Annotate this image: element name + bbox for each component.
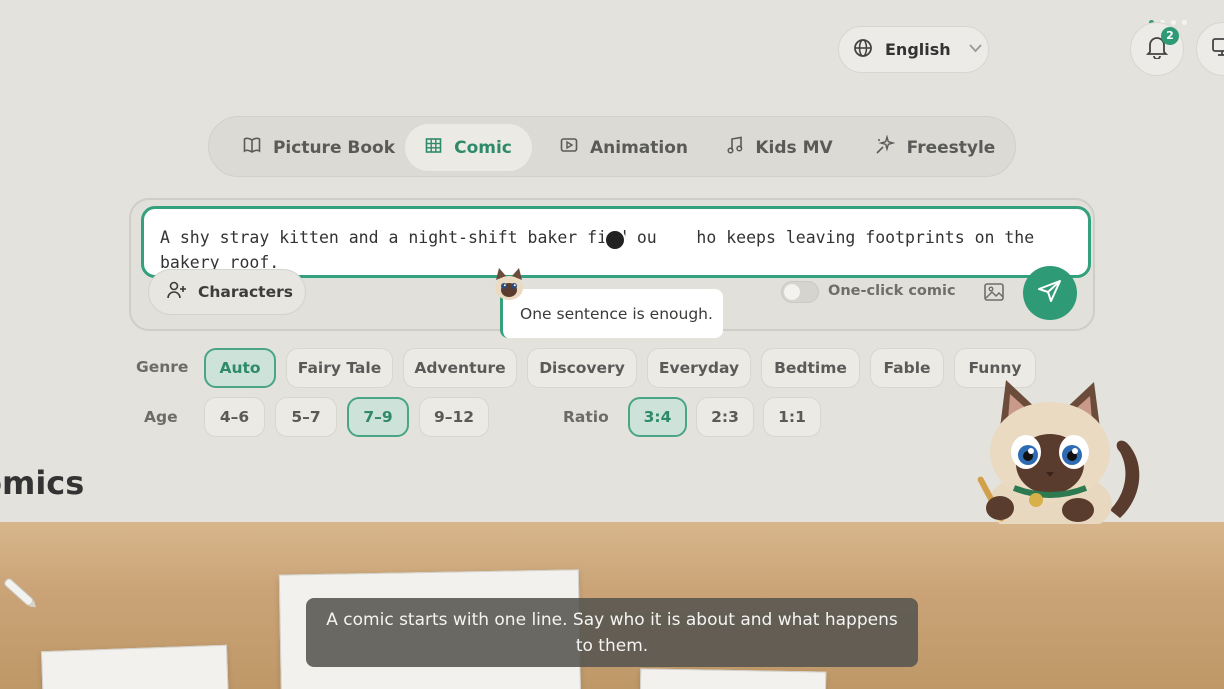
hint-tooltip: One sentence is enough. (500, 289, 723, 338)
ratio-chip-1-1[interactable]: 1:1 (763, 397, 821, 437)
genre-chip-everyday[interactable]: Everyday (647, 348, 751, 388)
genre-chip-discovery[interactable]: Discovery (527, 348, 637, 388)
tab-label: Comic (454, 137, 512, 158)
section-title: omics (0, 464, 85, 502)
tab-label: Animation (589, 137, 688, 158)
caption-text: A comic starts with one line. Say who it… (326, 609, 898, 656)
chevron-down-icon (968, 42, 982, 57)
mode-tabbar: Picture Book Comic Animation Kids MV Fre… (208, 116, 1016, 177)
ratio-label: Ratio (563, 408, 609, 426)
music-note-icon (727, 136, 743, 159)
add-person-icon (167, 281, 187, 303)
cat-avatar-icon (490, 266, 528, 308)
genre-chip-fable[interactable]: Fable (870, 348, 944, 388)
cat-mascot-icon (970, 378, 1150, 538)
play-icon (560, 137, 578, 158)
prompt-text: A shy stray kitten and a night-shift bak… (160, 228, 1035, 272)
age-chip-7-9[interactable]: 7–9 (347, 397, 409, 437)
comic-sketch-page (639, 668, 827, 689)
send-button[interactable] (1023, 266, 1077, 320)
ratio-chip-2-3[interactable]: 2:3 (696, 397, 754, 437)
tab-kids-mv[interactable]: Kids MV (715, 124, 845, 171)
comic-sketch-page (41, 644, 229, 689)
characters-button[interactable]: Characters (148, 269, 306, 315)
age-chip-5-7[interactable]: 5–7 (275, 397, 337, 437)
tooltip-text: One sentence is enough. (520, 304, 713, 323)
send-icon (1037, 278, 1063, 308)
tab-picture-book[interactable]: Picture Book (227, 124, 411, 171)
tab-label: Freestyle (906, 137, 996, 158)
genre-chip-fairy-tale[interactable]: Fairy Tale (286, 348, 393, 388)
genre-chip-bedtime[interactable]: Bedtime (761, 348, 860, 388)
ratio-chip-3-4[interactable]: 3:4 (628, 397, 687, 437)
book-icon (243, 136, 261, 159)
display-button[interactable] (1196, 22, 1224, 76)
tab-label: Picture Book (272, 137, 396, 158)
image-upload-icon[interactable] (983, 282, 1005, 306)
tab-animation[interactable]: Animation (544, 124, 704, 171)
genre-chip-auto[interactable]: Auto (204, 348, 276, 388)
pointer-cursor (604, 229, 626, 251)
age-chip-4-6[interactable]: 4–6 (204, 397, 265, 437)
monitor-icon (1211, 36, 1224, 62)
genre-chip-adventure[interactable]: Adventure (403, 348, 517, 388)
pencil-icon (2, 574, 40, 618)
subtitle-caption: A comic starts with one line. Say who it… (306, 598, 918, 667)
tab-freestyle[interactable]: Freestyle (865, 124, 1005, 171)
tab-comic[interactable]: Comic (405, 124, 532, 171)
one-click-label: One-click comic (828, 283, 956, 299)
tab-label: Kids MV (755, 137, 833, 158)
notifications-button[interactable]: 2 (1130, 22, 1184, 76)
age-chip-9-12[interactable]: 9–12 (419, 397, 489, 437)
notification-badge: 2 (1161, 27, 1179, 45)
language-selector[interactable]: English (838, 26, 989, 73)
age-label: Age (144, 408, 178, 426)
one-click-toggle[interactable] (781, 281, 819, 303)
globe-icon (853, 38, 873, 62)
grid-icon (425, 137, 442, 159)
language-label: English (885, 40, 951, 59)
genre-label: Genre (136, 358, 189, 376)
sparkle-icon (875, 134, 896, 160)
characters-label: Characters (198, 283, 293, 301)
